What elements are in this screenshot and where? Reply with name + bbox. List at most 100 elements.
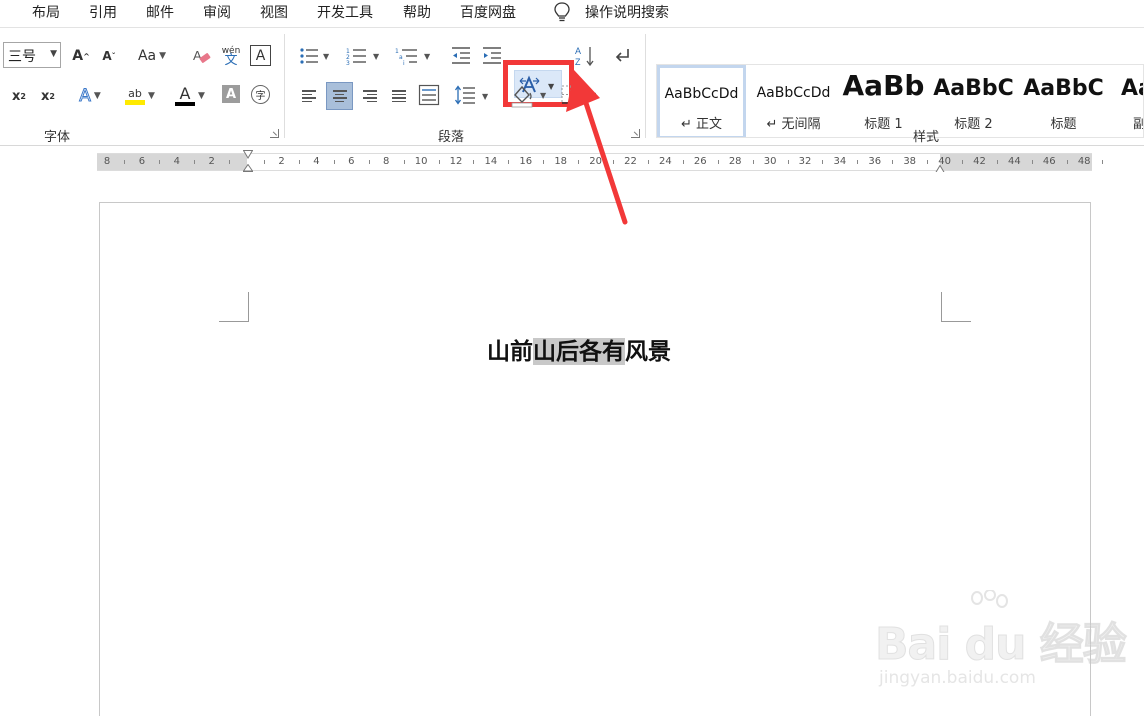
- watermark-url: jingyan.baidu.com: [879, 668, 1036, 688]
- borders-button[interactable]: ▼: [560, 84, 600, 106]
- svg-text:3: 3: [346, 60, 350, 67]
- baidu-jingyan-watermark: Bai du 经验 jingyan.baidu.com: [875, 590, 1127, 700]
- character-border-button[interactable]: A: [250, 45, 271, 66]
- subscript-button[interactable]: x2: [9, 84, 29, 108]
- style-normal[interactable]: AaBbCcDd ↵ 正文: [657, 65, 746, 137]
- style-no-spacing[interactable]: AaBbCcDd ↵ 无间隔: [749, 65, 838, 137]
- tab-developer[interactable]: 开发工具: [317, 2, 373, 22]
- chevron-down-icon: ▼: [159, 51, 167, 61]
- style-name-label: ↵ 无间隔: [766, 117, 821, 132]
- ruler-label: 14: [484, 156, 498, 167]
- ruler-label: 18: [554, 156, 568, 167]
- tab-baidu-netdisk[interactable]: 百度网盘: [460, 2, 516, 22]
- font-size-select[interactable]: 三号 ▼: [3, 42, 61, 68]
- increase-indent-button[interactable]: [481, 45, 503, 67]
- document-heading[interactable]: 山前山后各有风景: [487, 332, 671, 372]
- tab-review[interactable]: 审阅: [203, 2, 231, 22]
- character-shading-button[interactable]: A: [222, 85, 240, 103]
- ruler-tick: [194, 160, 196, 164]
- clear-formatting-icon[interactable]: A: [191, 46, 213, 68]
- sort-icon[interactable]: A Z: [574, 44, 596, 68]
- styles-group-label: 样式: [913, 130, 940, 145]
- ruler-tick: [717, 160, 719, 164]
- shrink-font-button[interactable]: Aˇ: [98, 44, 120, 68]
- highlight-swatch: [125, 100, 146, 105]
- text-unselected-before: 山前: [487, 338, 533, 365]
- numbering-button[interactable]: 123 ▼: [346, 45, 384, 67]
- shading-button[interactable]: ▼: [510, 82, 550, 108]
- watermark-brand: Bai du 经验: [875, 619, 1128, 671]
- ruler-tick: [1031, 160, 1033, 164]
- tell-me-search[interactable]: 操作说明搜索: [585, 2, 669, 22]
- change-case-button[interactable]: Aa ▼: [134, 44, 170, 68]
- multilevel-list-button[interactable]: 1ai ▼: [395, 45, 435, 67]
- character-shading-label: A: [225, 86, 237, 102]
- ruler-label: 20: [589, 156, 602, 167]
- ruler-tick: [822, 160, 824, 164]
- ruler-tick: [996, 160, 998, 164]
- align-left-icon: [302, 90, 316, 102]
- ruler-tick: [578, 160, 580, 164]
- enclose-characters-button[interactable]: 字: [251, 85, 270, 104]
- lightbulb-icon[interactable]: [553, 1, 571, 23]
- ruler-label: 8: [103, 156, 111, 167]
- style-sample-text: AaBbCcDd: [664, 86, 739, 102]
- tab-mailings[interactable]: 邮件: [146, 2, 174, 22]
- shrink-font-label: A: [102, 49, 112, 63]
- highlight-color-button[interactable]: ab ▼: [120, 82, 160, 110]
- align-center-button[interactable]: [326, 82, 353, 110]
- font-dialog-launcher[interactable]: [270, 129, 279, 138]
- justify-button[interactable]: [388, 84, 410, 108]
- ruler-label: 8: [383, 156, 390, 167]
- highlight-label: ab: [128, 87, 142, 100]
- style-sample-text: Aa: [1121, 76, 1143, 101]
- ruler-tick: [508, 160, 510, 164]
- grow-font-button[interactable]: A ^: [70, 44, 92, 68]
- selected-text[interactable]: 山后各有: [533, 338, 625, 365]
- style-sample-text: AaBbC: [1023, 76, 1104, 101]
- ruler-label: 26: [693, 156, 707, 167]
- ruler-tick: [438, 160, 440, 164]
- ruler-tick: [159, 160, 161, 164]
- align-left-button[interactable]: [298, 84, 320, 108]
- decrease-indent-button[interactable]: [450, 45, 472, 67]
- first-line-indent-marker[interactable]: [243, 150, 253, 159]
- font-color-button[interactable]: A ▼: [170, 82, 210, 110]
- style-title[interactable]: AaBbC 标题: [1019, 65, 1108, 137]
- phonetic-bottom-text: 文: [224, 53, 238, 68]
- text-effects-button[interactable]: A ▼: [74, 84, 106, 108]
- show-formatting-marks-icon[interactable]: [611, 45, 633, 67]
- ruler-label: 4: [313, 156, 320, 167]
- style-sample-text: AaBb: [842, 69, 925, 102]
- chevron-down-icon: ▼: [148, 91, 155, 101]
- distributed-align-icon[interactable]: [418, 84, 440, 106]
- superscript-button[interactable]: x2: [38, 84, 58, 108]
- ruler-tick: [333, 160, 335, 164]
- ruler-label: 22: [624, 156, 637, 167]
- paragraph-group-label: 段落: [438, 130, 465, 145]
- ruler-label: 38: [903, 156, 917, 167]
- styles-gallery: AaBbCcDd ↵ 正文 AaBbCcDd ↵ 无间隔 AaBb 标题 1 A…: [656, 64, 1144, 138]
- phonetic-guide-button[interactable]: wén 文: [220, 42, 242, 70]
- line-spacing-button[interactable]: ▼: [454, 84, 492, 106]
- bullets-button[interactable]: ▼: [298, 45, 334, 67]
- ruler-label: 36: [868, 156, 882, 167]
- style-heading-2[interactable]: AaBbC 标题 2: [929, 65, 1018, 137]
- svg-text:▼: ▼: [590, 91, 597, 100]
- font-group-label: 字体: [44, 130, 71, 145]
- ruler-label: 28: [728, 156, 742, 167]
- change-case-label: Aa: [137, 48, 157, 64]
- tab-references[interactable]: 引用: [89, 2, 117, 22]
- enclose-char-label: 字: [255, 91, 266, 102]
- tab-view[interactable]: 视图: [260, 2, 288, 22]
- tab-help[interactable]: 帮助: [403, 2, 431, 22]
- ruler-label: 6: [138, 156, 146, 167]
- style-subtitle[interactable]: Aa 副: [1109, 65, 1143, 137]
- tab-layout[interactable]: 布局: [32, 2, 60, 22]
- ruler-tick: [752, 160, 754, 164]
- align-center-icon: [332, 90, 347, 102]
- style-name-label: 标题 2: [954, 117, 993, 132]
- ruler-label: 48: [1077, 156, 1091, 167]
- align-right-button[interactable]: [359, 84, 381, 108]
- paragraph-dialog-launcher[interactable]: [631, 129, 640, 138]
